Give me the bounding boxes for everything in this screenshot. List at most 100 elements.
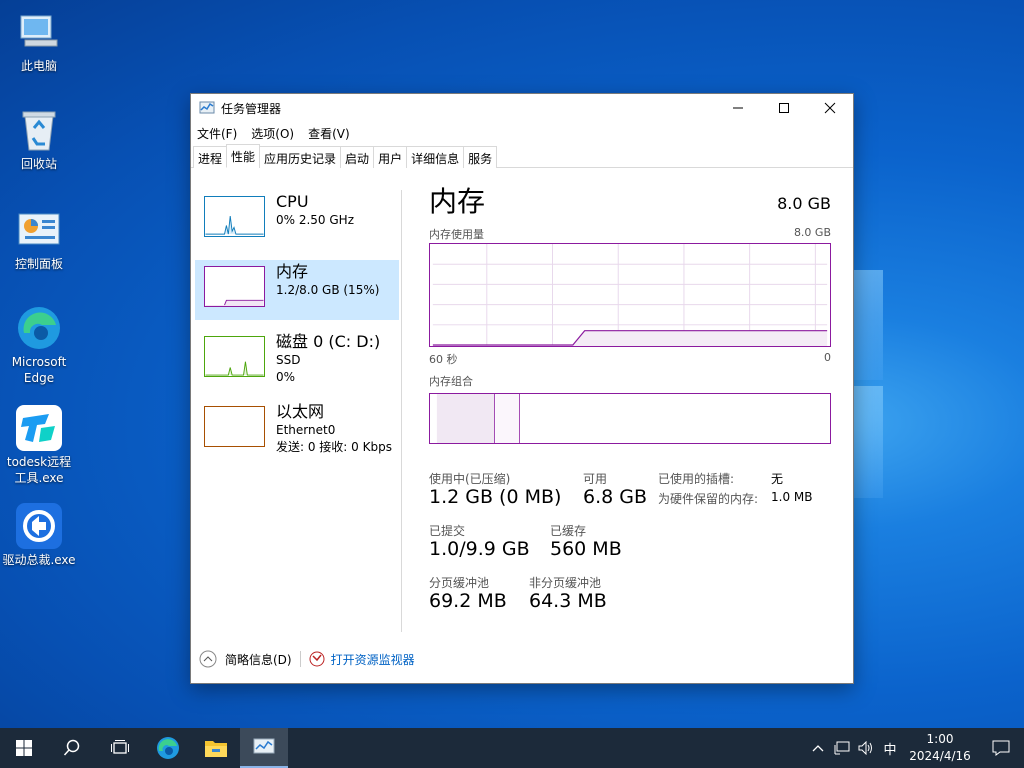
taskbar-file-explorer[interactable]	[192, 728, 240, 768]
show-hidden-icons-button[interactable]	[806, 744, 830, 752]
edge-icon	[157, 737, 179, 759]
taskbar-edge[interactable]	[144, 728, 192, 768]
notification-icon	[992, 740, 1010, 756]
minimize-icon	[733, 107, 743, 109]
volume-button[interactable]	[854, 741, 878, 755]
memory-usage-max: 8.0 GB	[793, 226, 831, 239]
committed-value: 1.0/9.9 GB	[429, 538, 530, 560]
menu-bar: 文件(F) 选项(O) 查看(V)	[191, 122, 853, 144]
search-button[interactable]	[48, 728, 96, 768]
reserved-label: 为硬件保留的内存:	[658, 492, 759, 506]
desktop-icon-control-panel[interactable]: 控制面板	[0, 206, 78, 272]
tab-services[interactable]: 服务	[463, 146, 498, 168]
resource-monitor-icon	[309, 651, 325, 667]
fewer-details-button[interactable]: 简略信息(D)	[199, 650, 292, 668]
memory-thumbnail-graph	[204, 266, 265, 307]
desktop-icon-label: 此电脑	[20, 59, 57, 73]
desktop-icon-edge[interactable]: Microsoft Edge	[0, 304, 78, 386]
desktop-icon-label: 回收站	[20, 157, 57, 171]
reserved-value: 1.0 MB	[771, 490, 813, 504]
paged-pool-label: 分页缓冲池	[429, 576, 490, 590]
committed-label: 已提交	[429, 524, 466, 538]
sidebar-ethernet-adapter: Ethernet0	[276, 423, 336, 437]
maximize-button[interactable]	[761, 94, 807, 122]
sidebar-cpu-detail: 0% 2.50 GHz	[276, 213, 355, 227]
memory-composition-label: 内存组合	[429, 375, 473, 388]
menu-file[interactable]: 文件(F)	[197, 125, 237, 142]
in-use-label: 使用中(已压缩)	[429, 472, 511, 486]
sidebar-item-disk[interactable]: 磁盘 0 (C: D:) SSD 0%	[195, 330, 399, 390]
tab-processes[interactable]: 进程	[193, 146, 228, 168]
sidebar-disk-usage: 0%	[276, 370, 296, 384]
sidebar-memory-title: 内存	[276, 262, 309, 281]
memory-composition-bar	[429, 393, 831, 444]
taskbar-task-manager[interactable]	[240, 728, 288, 768]
slots-label: 已使用的插槽:	[658, 472, 735, 486]
start-button[interactable]	[0, 728, 48, 768]
task-view-icon	[111, 740, 129, 754]
network-button[interactable]	[830, 741, 854, 755]
window-footer: 简略信息(D) 打开资源监视器	[199, 650, 415, 668]
paged-pool-value: 69.2 MB	[429, 590, 507, 612]
performance-sidebar: CPU 0% 2.50 GHz 内存 1.2/8.0 GB (15%) 磁盘 0…	[195, 190, 399, 470]
taskbar: 中 1:00 2024/4/16	[0, 728, 1024, 768]
pane-divider	[401, 190, 402, 632]
desktop-icon-label-line1: todesk远程	[6, 455, 72, 469]
desktop-icon-todesk[interactable]: todesk远程 工具.exe	[0, 404, 78, 486]
open-resource-monitor-link[interactable]: 打开资源监视器	[309, 651, 415, 668]
memory-title: 内存	[429, 185, 486, 218]
task-manager-icon	[199, 101, 215, 114]
wallpaper-logo-pane-top	[853, 270, 883, 380]
desktop-icon-label-line2: Edge	[23, 371, 55, 385]
tab-users[interactable]: 用户	[373, 146, 408, 168]
graph-time-right: 0	[824, 351, 831, 364]
wallpaper-logo-pane-bottom	[853, 386, 883, 498]
sidebar-item-ethernet[interactable]: 以太网 Ethernet0 发送: 0 接收: 0 Kbps	[195, 400, 399, 460]
driver-icon	[15, 502, 63, 550]
minimize-button[interactable]	[715, 94, 761, 122]
open-resource-monitor-label: 打开资源监视器	[330, 652, 415, 667]
available-value: 6.8 GB	[583, 486, 648, 508]
clock[interactable]: 1:00 2024/4/16	[902, 731, 978, 765]
maximize-icon	[779, 103, 789, 113]
desktop-icon-this-pc[interactable]: 此电脑	[0, 8, 78, 74]
chevron-up-circle-icon	[199, 650, 217, 668]
memory-total: 8.0 GB	[777, 194, 831, 213]
available-label: 可用	[583, 472, 608, 486]
computer-icon	[15, 8, 63, 56]
sidebar-ethernet-throughput: 发送: 0 接收: 0 Kbps	[276, 440, 392, 454]
title-bar[interactable]: 任务管理器	[191, 94, 853, 122]
graph-time-left: 60 秒	[429, 353, 458, 366]
sidebar-disk-title: 磁盘 0 (C: D:)	[276, 332, 381, 351]
tab-performance[interactable]: 性能	[226, 144, 261, 168]
cpu-thumbnail-graph	[204, 196, 265, 237]
desktop-icon-label: 控制面板	[14, 257, 63, 271]
sidebar-item-memory[interactable]: 内存 1.2/8.0 GB (15%)	[195, 260, 399, 320]
edge-icon	[15, 304, 63, 352]
close-icon	[824, 102, 836, 114]
menu-options[interactable]: 选项(O)	[251, 125, 294, 142]
desktop-icon-driver[interactable]: 驱动总裁.exe	[0, 502, 78, 568]
sidebar-memory-detail: 1.2/8.0 GB (15%)	[276, 283, 380, 297]
network-icon	[834, 741, 850, 755]
input-method-indicator[interactable]: 中	[878, 739, 902, 758]
footer-separator	[299, 651, 301, 667]
tab-app-history[interactable]: 应用历史记录	[259, 146, 342, 168]
clock-date: 2024/4/16	[909, 749, 971, 763]
nonpaged-pool-label: 非分页缓冲池	[529, 576, 602, 590]
slots-value: 无	[771, 472, 784, 486]
tab-details[interactable]: 详细信息	[406, 146, 465, 168]
window-title: 任务管理器	[221, 101, 282, 116]
sidebar-item-cpu[interactable]: CPU 0% 2.50 GHz	[195, 190, 399, 250]
tab-startup[interactable]: 启动	[340, 146, 375, 168]
close-button[interactable]	[807, 94, 853, 122]
memory-usage-label: 内存使用量	[429, 228, 484, 241]
notification-button[interactable]	[978, 740, 1024, 756]
menu-view[interactable]: 查看(V)	[308, 125, 350, 142]
desktop-icon-label-line2: 工具.exe	[14, 471, 64, 485]
task-view-button[interactable]	[96, 728, 144, 768]
clock-time: 1:00	[926, 732, 954, 746]
desktop-icon-recycle-bin[interactable]: 回收站	[0, 106, 78, 172]
sidebar-ethernet-title: 以太网	[276, 402, 325, 421]
disk-thumbnail-graph	[204, 336, 265, 377]
